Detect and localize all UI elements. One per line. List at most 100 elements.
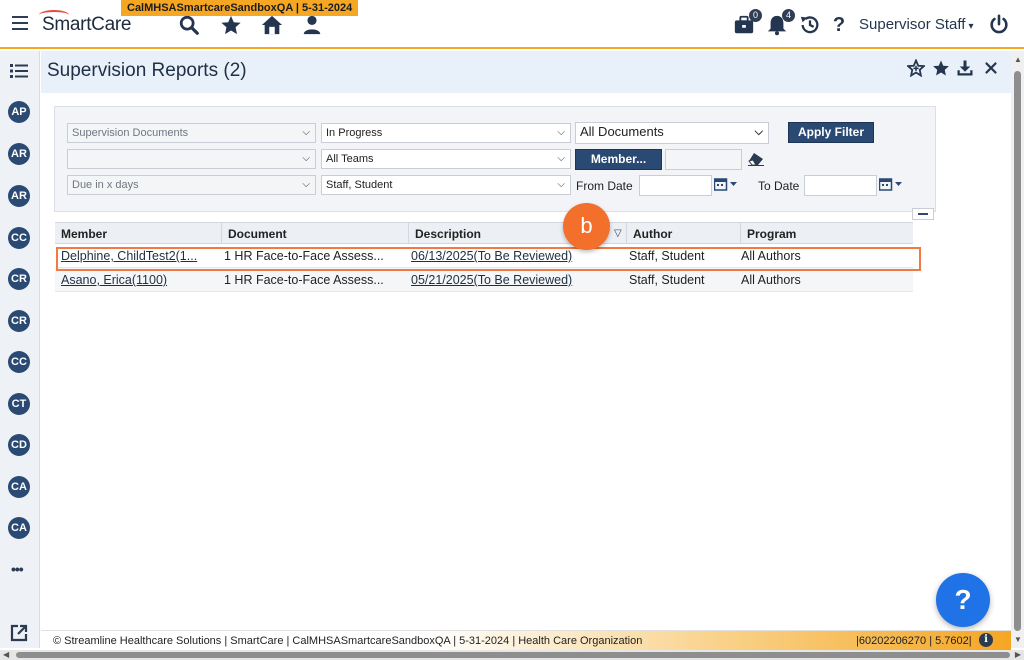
recent-client-avatar[interactable]: AR [8, 143, 30, 165]
download-icon[interactable] [956, 59, 974, 77]
history-icon[interactable] [799, 14, 821, 36]
help-icon[interactable]: ? [828, 14, 850, 36]
program-cell: All Authors [741, 249, 801, 263]
author-cell: Staff, Student [629, 249, 705, 263]
chevron-down-icon: ⌵ [302, 153, 310, 164]
user-menu-caret-icon: ▾ [968, 21, 974, 32]
chevron-down-icon: ⌵ [557, 153, 565, 164]
table-row[interactable]: Asano, Erica(1100) 1 HR Face-to-Face Ass… [55, 268, 913, 292]
document-cell: 1 HR Face-to-Face Assess... [224, 273, 384, 287]
page-header: Supervision Reports (2) [41, 51, 1011, 93]
page-title: Supervision Reports (2) [47, 60, 247, 81]
eraser-icon[interactable] [748, 152, 764, 166]
more-icon[interactable]: ••• [11, 561, 24, 577]
member-link[interactable]: Delphine, ChildTest2(1... [61, 244, 216, 268]
chevron-down-icon: ⌵ [557, 127, 565, 138]
close-icon[interactable] [982, 59, 1000, 77]
footer: © Streamline Healthcare Solutions | Smar… [41, 630, 1011, 650]
apply-filter-button[interactable]: Apply Filter [788, 122, 874, 143]
help-button[interactable]: ? [936, 573, 990, 627]
recent-client-avatar[interactable]: AR [8, 185, 30, 207]
table-row[interactable]: Delphine, ChildTest2(1... 1 HR Face-to-F… [55, 244, 913, 268]
staff-value: Staff, Student [326, 179, 393, 191]
due-select[interactable]: Due in x days ⌵ [67, 175, 316, 195]
recent-client-avatar[interactable]: CD [8, 434, 30, 456]
to-date-input[interactable] [804, 175, 877, 196]
bell-icon[interactable]: 4 [766, 9, 795, 36]
list-view-icon[interactable] [10, 64, 28, 78]
favorite-star-icon[interactable] [932, 59, 950, 77]
info-icon[interactable]: i [979, 633, 993, 647]
scroll-up-icon[interactable]: ▲ [1014, 55, 1022, 64]
chevron-down-icon: ⌵ [302, 179, 310, 190]
horizontal-scrollbar[interactable]: ◀ ▶ [0, 650, 1024, 660]
from-date-input[interactable] [639, 175, 712, 196]
column-filter-icon[interactable]: ▽ [614, 228, 622, 239]
footer-copyright: © Streamline Healthcare Solutions | Smar… [53, 635, 643, 647]
staff-select[interactable]: Staff, Student ⌵ [321, 175, 571, 195]
description-link[interactable]: 05/21/2025(To Be Reviewed) [411, 268, 621, 292]
collapse-filter-button[interactable] [912, 208, 934, 220]
due-value: Due in x days [72, 179, 139, 191]
column-header-author[interactable]: Author [627, 223, 741, 245]
documents-grid: Member Document Description Author Progr… [55, 222, 913, 292]
footer-version: |60202206270 | 5.7602| [856, 635, 972, 647]
column-header-program[interactable]: Program [741, 223, 913, 245]
author-cell: Staff, Student [629, 273, 705, 287]
power-icon[interactable] [988, 14, 1010, 36]
member-button[interactable]: Member... [575, 149, 662, 170]
external-link-icon[interactable] [10, 624, 28, 642]
to-date-label: To Date [758, 179, 800, 193]
logo-swoosh [39, 10, 69, 20]
search-icon[interactable] [178, 14, 200, 36]
document-cell: 1 HR Face-to-Face Assess... [224, 249, 384, 263]
user-name: Supervisor Staff [859, 16, 966, 33]
scroll-right-icon[interactable]: ▶ [1015, 650, 1021, 659]
document-type-select[interactable]: Supervision Documents ⌵ [67, 123, 316, 143]
recent-client-avatar[interactable]: CT [8, 393, 30, 415]
documents-value: All Documents [580, 124, 664, 139]
member-link[interactable]: Asano, Erica(1100) [61, 268, 216, 292]
column-header-document[interactable]: Document [222, 223, 409, 245]
recent-client-avatar[interactable]: CC [8, 351, 30, 373]
recent-client-avatar[interactable]: CR [8, 268, 30, 290]
left-sidebar: AP AR AR CC CR CR CC CT CD CA CA ••• [0, 51, 40, 648]
star-icon[interactable] [220, 14, 242, 36]
person-icon[interactable] [301, 14, 323, 36]
recent-client-avatar[interactable]: CA [8, 517, 30, 539]
recent-client-avatar[interactable]: AP [8, 101, 30, 123]
bell-count-badge: 4 [782, 9, 795, 22]
briefcase-count-badge: 0 [749, 9, 762, 22]
status-select[interactable]: In Progress ⌵ [321, 123, 571, 143]
teams-value: All Teams [326, 153, 374, 165]
recent-client-avatar[interactable]: CR [8, 310, 30, 332]
from-date-label: From Date [576, 179, 633, 193]
recent-client-avatar[interactable]: CA [8, 476, 30, 498]
blank-select[interactable]: ⌵ [67, 149, 316, 169]
vertical-scroll-thumb[interactable] [1014, 71, 1021, 631]
to-calendar-icon[interactable] [878, 177, 905, 191]
chevron-down-icon: ⌵ [557, 179, 565, 190]
horizontal-scroll-thumb[interactable] [16, 652, 1010, 658]
program-cell: All Authors [741, 273, 801, 287]
add-favorite-icon[interactable] [907, 59, 925, 77]
user-menu[interactable]: Supervisor Staff ▾ [859, 16, 973, 33]
status-value: In Progress [326, 127, 383, 139]
hamburger-menu-icon[interactable] [12, 16, 28, 30]
vertical-scrollbar[interactable]: ▲ ▼ [1011, 51, 1024, 648]
column-header-member[interactable]: Member [55, 223, 222, 245]
smartcare-logo[interactable]: SmartCare [39, 10, 131, 36]
chevron-down-icon: ⌵ [302, 127, 310, 138]
briefcase-icon[interactable]: 0 [733, 9, 762, 36]
callout-badge: b [563, 203, 610, 250]
documents-select[interactable]: All Documents ⌵ [575, 122, 769, 144]
from-calendar-icon[interactable] [713, 177, 740, 191]
teams-select[interactable]: All Teams ⌵ [321, 149, 571, 169]
grid-header: Member Document Description Author Progr… [55, 222, 913, 245]
scroll-left-icon[interactable]: ◀ [3, 650, 9, 659]
top-bar: CalMHSASmartcareSandboxQA | 5-31-2024 Sm… [0, 0, 1024, 49]
scroll-down-icon[interactable]: ▼ [1014, 635, 1022, 644]
home-icon[interactable] [261, 14, 283, 36]
recent-client-avatar[interactable]: CC [8, 227, 30, 249]
member-field[interactable] [665, 149, 742, 170]
